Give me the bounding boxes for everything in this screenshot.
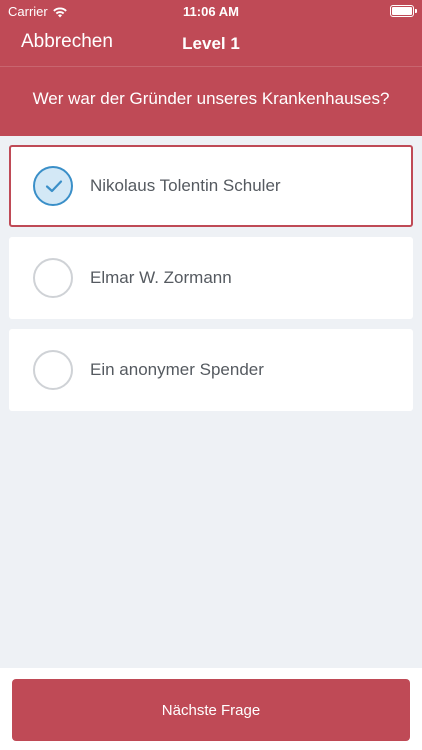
answer-option-2[interactable]: Elmar W. Zormann (9, 237, 413, 319)
answer-option-3[interactable]: Ein anonymer Spender (9, 329, 413, 411)
checkmark-icon (45, 180, 63, 193)
footer: Nächste Frage (0, 668, 422, 750)
radio-checked[interactable] (33, 166, 73, 206)
radio-unchecked[interactable] (33, 350, 73, 390)
nav-divider (0, 66, 422, 67)
status-time: 11:06 AM (183, 4, 239, 19)
answer-label: Nikolaus Tolentin Schuler (90, 176, 281, 195)
navigation-bar: Abbrechen Level 1 (0, 22, 422, 66)
question-text: Wer war der Gründer unseres Krankenhause… (32, 89, 390, 108)
radio-unchecked[interactable] (33, 258, 73, 298)
answer-label: Elmar W. Zormann (90, 268, 232, 287)
answer-label: Ein anonymer Spender (90, 360, 264, 379)
next-question-button[interactable]: Nächste Frage (12, 679, 410, 741)
page-title: Level 1 (182, 34, 240, 53)
answer-list: Nikolaus Tolentin Schuler Elmar W. Zorma… (9, 145, 413, 421)
header: Carrier 11:06 AM Abbrechen Level 1 Wer w… (0, 0, 422, 136)
battery-icon (390, 5, 417, 17)
answer-option-1[interactable]: Nikolaus Tolentin Schuler (9, 145, 413, 227)
status-bar: Carrier 11:06 AM (0, 0, 422, 22)
